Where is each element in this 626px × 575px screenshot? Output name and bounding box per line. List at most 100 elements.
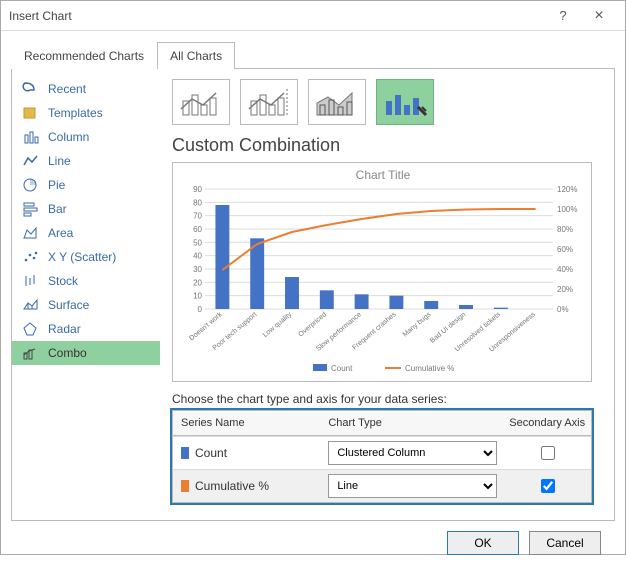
chart-preview[interactable]: Chart Title01020304050607080900%20%40%60… bbox=[172, 162, 592, 382]
radar-icon bbox=[22, 321, 40, 337]
svg-text:120%: 120% bbox=[557, 185, 577, 194]
svg-text:30: 30 bbox=[193, 265, 202, 274]
stock-icon bbox=[22, 273, 40, 289]
combo-subtype-2[interactable] bbox=[240, 79, 298, 125]
combo-subtype-3[interactable] bbox=[308, 79, 366, 125]
series-swatch bbox=[181, 480, 189, 492]
sidebar-item-label: Combo bbox=[48, 346, 87, 360]
series-instructions: Choose the chart type and axis for your … bbox=[172, 392, 602, 406]
svg-text:Chart Title: Chart Title bbox=[356, 168, 411, 182]
svg-text:Many bugs: Many bugs bbox=[402, 311, 433, 339]
svg-text:60%: 60% bbox=[557, 245, 573, 254]
sidebar-item-label: Column bbox=[48, 130, 89, 144]
sidebar-item-stock[interactable]: Stock bbox=[12, 269, 160, 293]
svg-text:Bad UI design: Bad UI design bbox=[429, 311, 467, 345]
sidebar-item-label: X Y (Scatter) bbox=[48, 250, 116, 264]
series-table: Series Name Chart Type Secondary Axis Co… bbox=[172, 410, 592, 503]
line-icon bbox=[22, 153, 40, 169]
svg-text:0: 0 bbox=[198, 305, 203, 314]
dialog-body: Recent Templates Column Line Pie Bar bbox=[11, 69, 615, 521]
recent-icon bbox=[22, 81, 40, 97]
sidebar-item-recent[interactable]: Recent bbox=[12, 77, 160, 101]
svg-text:20%: 20% bbox=[557, 285, 573, 294]
secondary-axis-checkbox-count[interactable] bbox=[541, 446, 555, 460]
series-name-label: Cumulative % bbox=[195, 479, 269, 493]
tab-recommended[interactable]: Recommended Charts bbox=[11, 42, 157, 69]
main-panel: Custom Combination Chart Title 0 10 20 30 40 5… bbox=[160, 69, 614, 520]
help-button[interactable]: ? bbox=[545, 8, 581, 23]
dialog-content: Recommended Charts All Charts Recent Tem… bbox=[1, 31, 625, 575]
section-title: Custom Combination bbox=[172, 135, 602, 156]
sidebar-item-label: Recent bbox=[48, 82, 86, 96]
dialog-footer: OK Cancel bbox=[11, 521, 615, 565]
sidebar-item-label: Area bbox=[48, 226, 73, 240]
tab-all-label: All Charts bbox=[170, 49, 222, 63]
chart-type-sidebar: Recent Templates Column Line Pie Bar bbox=[12, 69, 160, 520]
chart-type-select-cumulative[interactable]: Line bbox=[328, 474, 497, 498]
svg-text:80%: 80% bbox=[557, 225, 573, 234]
svg-text:Doesn't work: Doesn't work bbox=[188, 311, 224, 343]
cancel-label: Cancel bbox=[546, 536, 583, 550]
combo-subtype-custom[interactable] bbox=[376, 79, 434, 125]
header-secondary-axis: Secondary Axis bbox=[503, 413, 591, 433]
sidebar-item-label: Bar bbox=[48, 202, 67, 216]
chart-type-select-count[interactable]: Clustered Column bbox=[328, 441, 497, 465]
svg-text:90: 90 bbox=[193, 185, 202, 194]
svg-text:10: 10 bbox=[193, 292, 202, 301]
sidebar-item-label: Templates bbox=[48, 106, 103, 120]
svg-text:100%: 100% bbox=[557, 205, 577, 214]
sidebar-item-surface[interactable]: Surface bbox=[12, 293, 160, 317]
ok-button[interactable]: OK bbox=[447, 531, 519, 555]
series-table-header: Series Name Chart Type Secondary Axis bbox=[173, 411, 591, 436]
combo-icon bbox=[22, 345, 40, 361]
svg-text:20: 20 bbox=[193, 278, 202, 287]
sidebar-item-column[interactable]: Column bbox=[12, 125, 160, 149]
tab-recommended-label: Recommended Charts bbox=[24, 49, 144, 63]
surface-icon bbox=[22, 297, 40, 313]
tab-all-charts[interactable]: All Charts bbox=[157, 42, 235, 69]
svg-text:40: 40 bbox=[193, 252, 202, 261]
area-icon bbox=[22, 225, 40, 241]
sidebar-item-bar[interactable]: Bar bbox=[12, 197, 160, 221]
series-row-count: Count Clustered Column bbox=[173, 436, 591, 469]
sidebar-item-radar[interactable]: Radar bbox=[12, 317, 160, 341]
svg-text:0%: 0% bbox=[557, 305, 569, 314]
header-series-name: Series Name bbox=[173, 411, 322, 435]
sidebar-item-combo[interactable]: Combo bbox=[12, 341, 160, 365]
dialog-title: Insert Chart bbox=[9, 9, 545, 23]
series-name-label: Count bbox=[195, 446, 227, 460]
scatter-icon bbox=[22, 249, 40, 265]
svg-text:50: 50 bbox=[193, 238, 202, 247]
cancel-button[interactable]: Cancel bbox=[529, 531, 601, 555]
sidebar-item-label: Surface bbox=[48, 298, 89, 312]
svg-text:80: 80 bbox=[193, 198, 202, 207]
sidebar-item-templates[interactable]: Templates bbox=[12, 101, 160, 125]
sidebar-item-scatter[interactable]: X Y (Scatter) bbox=[12, 245, 160, 269]
sidebar-item-label: Stock bbox=[48, 274, 78, 288]
svg-text:70: 70 bbox=[193, 212, 202, 221]
header-chart-type: Chart Type bbox=[322, 413, 503, 433]
ok-label: OK bbox=[474, 536, 491, 550]
svg-text:60: 60 bbox=[193, 225, 202, 234]
sidebar-item-label: Pie bbox=[48, 178, 65, 192]
column-icon bbox=[22, 129, 40, 145]
title-bar: Insert Chart ? × bbox=[1, 1, 625, 31]
pie-icon bbox=[22, 177, 40, 193]
svg-text:Count: Count bbox=[331, 364, 353, 373]
sidebar-item-pie[interactable]: Pie bbox=[12, 173, 160, 197]
templates-icon bbox=[22, 105, 40, 121]
tab-strip: Recommended Charts All Charts bbox=[11, 41, 615, 69]
sidebar-item-area[interactable]: Area bbox=[12, 221, 160, 245]
svg-text:Low quality: Low quality bbox=[262, 311, 294, 339]
close-button[interactable]: × bbox=[581, 7, 617, 25]
sidebar-item-label: Line bbox=[48, 154, 71, 168]
sidebar-item-line[interactable]: Line bbox=[12, 149, 160, 173]
svg-text:Cumulative %: Cumulative % bbox=[405, 364, 454, 373]
combo-subtype-1[interactable] bbox=[172, 79, 230, 125]
bar-icon bbox=[22, 201, 40, 217]
sidebar-item-label: Radar bbox=[48, 322, 81, 336]
series-swatch bbox=[181, 447, 189, 459]
series-row-cumulative: Cumulative % Line bbox=[173, 469, 591, 502]
secondary-axis-checkbox-cumulative[interactable] bbox=[541, 479, 555, 493]
combo-subtype-row bbox=[172, 79, 602, 125]
